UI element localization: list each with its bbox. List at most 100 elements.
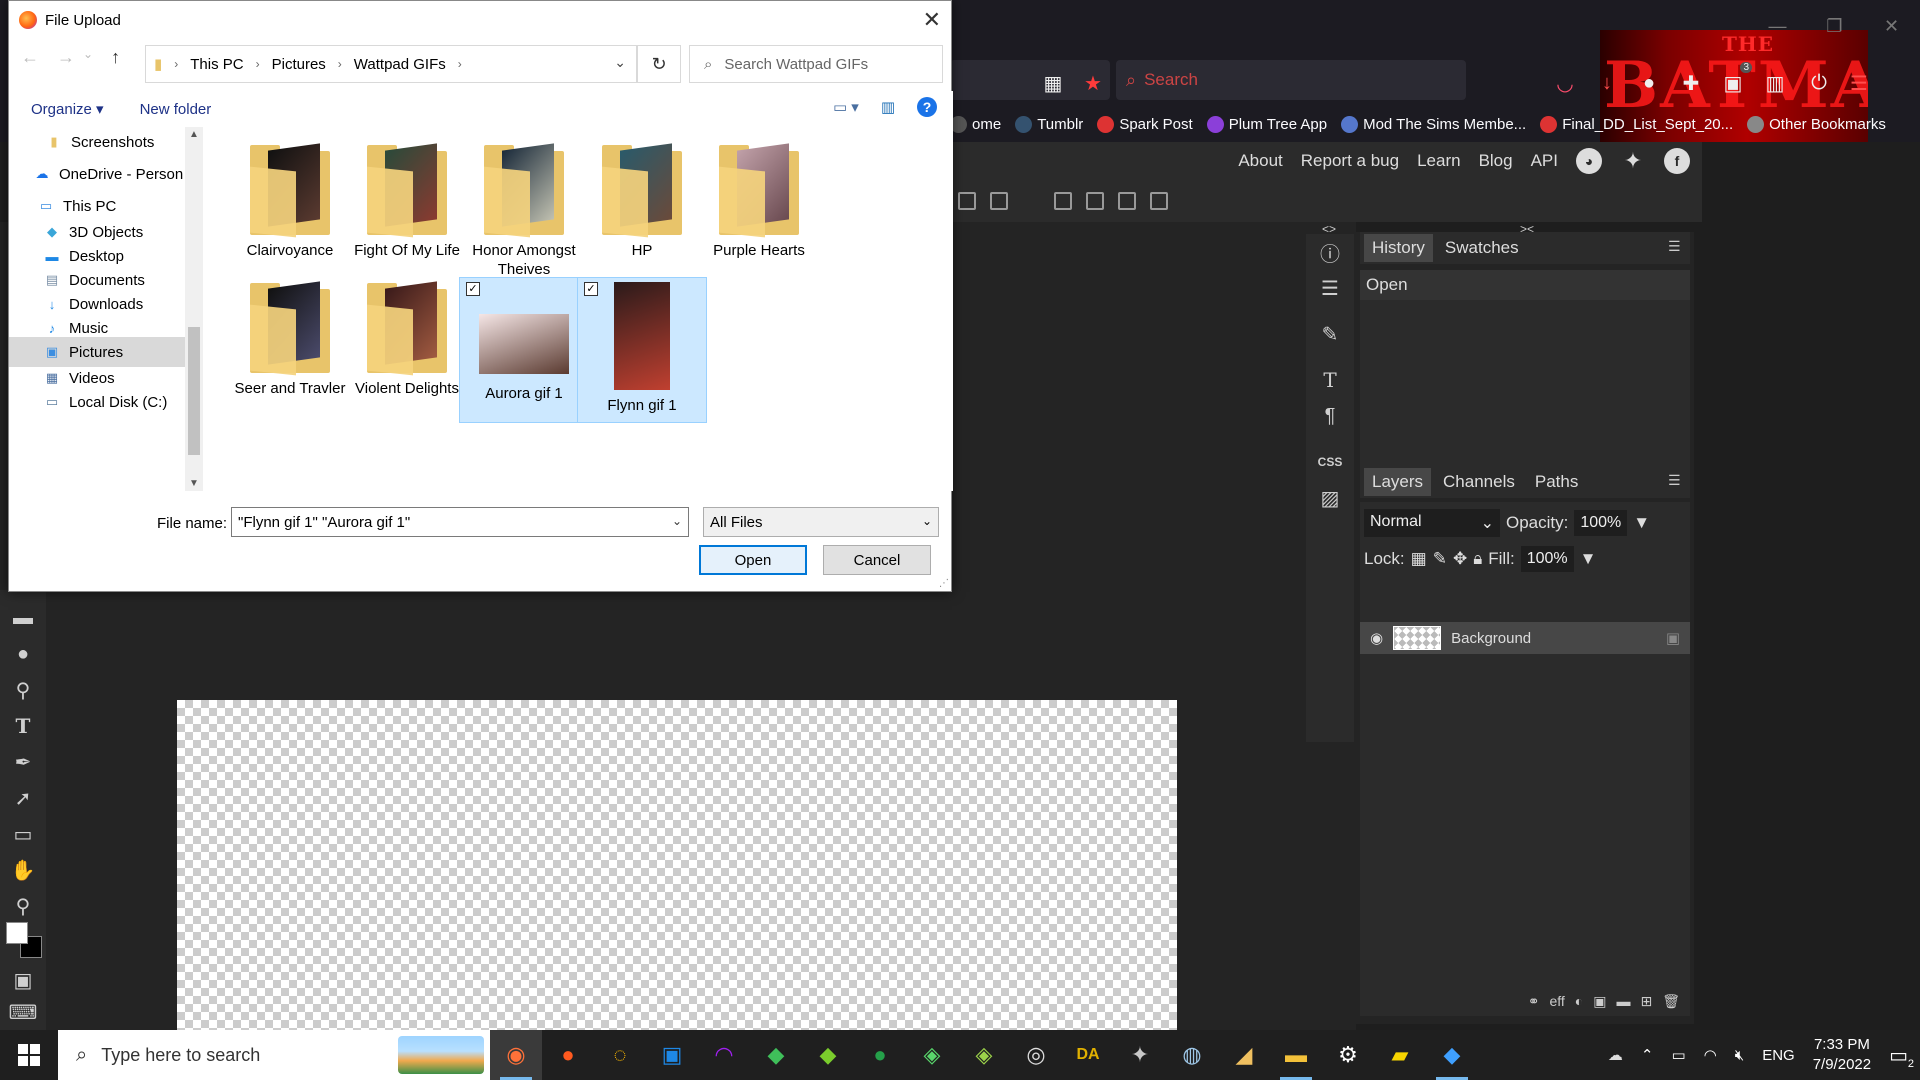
folder-item[interactable]: HP: [577, 139, 707, 285]
history-item[interactable]: Open: [1360, 270, 1690, 300]
folder-item[interactable]: Violent Delights: [342, 277, 472, 423]
da-icon[interactable]: DA: [1062, 1030, 1114, 1080]
address-breadcrumb[interactable]: ▮ › This PC › Pictures › Wattpad GIFs › …: [145, 45, 637, 83]
image-panel-icon[interactable]: ▨: [1306, 480, 1354, 516]
foreground-color-swatch[interactable]: [6, 922, 28, 944]
image-file-item[interactable]: ✓ Aurora gif 1: [459, 277, 589, 423]
align-bottom-icon[interactable]: [1118, 192, 1136, 210]
folder-item[interactable]: Fight Of My Life: [342, 139, 472, 285]
selection-checkbox[interactable]: ✓: [584, 282, 598, 296]
clock[interactable]: 7:33 PM 7/9/2022: [1813, 1035, 1871, 1075]
twitter-icon[interactable]: ✦: [1620, 148, 1646, 174]
link-icon[interactable]: ⚭: [1528, 993, 1540, 1010]
pen-tool-icon[interactable]: ✒: [0, 744, 46, 780]
back-arrow-icon[interactable]: ←: [21, 47, 39, 68]
headset-app-icon[interactable]: ◠: [698, 1030, 750, 1080]
hand-tool-icon[interactable]: ✋: [0, 852, 46, 888]
fill-dropdown-icon[interactable]: ▼: [1580, 549, 1597, 569]
resize-grip-icon[interactable]: ⋰: [939, 578, 949, 589]
battery-icon[interactable]: ▭: [1671, 1046, 1685, 1064]
cancel-button[interactable]: Cancel: [823, 545, 931, 575]
folder-icon[interactable]: ▬: [1616, 993, 1630, 1009]
forward-arrow-icon[interactable]: →: [57, 47, 75, 68]
nav-item-onedrive-person[interactable]: ☁ OneDrive - Person: [9, 159, 195, 189]
download-icon[interactable]: ↓: [1594, 70, 1620, 96]
sims-diamond-icon[interactable]: ◆: [750, 1030, 802, 1080]
tab-layers[interactable]: Layers: [1364, 468, 1432, 496]
folder-item[interactable]: Clairvoyance: [225, 139, 355, 285]
firefox-icon[interactable]: ◉: [490, 1030, 542, 1080]
extensions-grid-icon[interactable]: ▦: [1040, 70, 1066, 96]
start-button[interactable]: [0, 1030, 58, 1080]
tab-history[interactable]: History: [1364, 234, 1433, 262]
breadcrumb-this-pc[interactable]: This PC: [190, 56, 243, 73]
keyboard-icon[interactable]: ⌨: [0, 994, 46, 1030]
menu-hamburger-icon[interactable]: ☰: [1846, 70, 1872, 96]
wifi-icon[interactable]: ◠: [1704, 1046, 1717, 1064]
panel-menu-icon[interactable]: ☰: [1668, 472, 1684, 488]
sticky-notes-icon[interactable]: ▰: [1374, 1030, 1426, 1080]
lock-all-icon[interactable]: 🔒︎: [1473, 549, 1482, 569]
character-panel-icon[interactable]: T: [1306, 362, 1354, 398]
nav-item-local-disk-c[interactable]: ▭ Local Disk (C:): [9, 387, 195, 417]
scroll-down-icon[interactable]: ▼: [189, 478, 199, 489]
rectangle-tool-icon[interactable]: ▭: [0, 816, 46, 852]
wing-app-icon[interactable]: ◢: [1218, 1030, 1270, 1080]
align-top-icon[interactable]: [1054, 192, 1072, 210]
folder-item[interactable]: Purple Hearts: [694, 139, 824, 285]
distribute-option-icon[interactable]: [990, 192, 1008, 210]
scroll-up-icon[interactable]: ▲: [189, 129, 199, 140]
tab-channels[interactable]: Channels: [1435, 468, 1523, 496]
fill-input[interactable]: 100%: [1520, 546, 1574, 572]
blog-link[interactable]: Blog: [1479, 151, 1513, 171]
opacity-dropdown-icon[interactable]: ▼: [1633, 513, 1650, 533]
about-link[interactable]: About: [1238, 151, 1282, 171]
document-canvas[interactable]: [177, 700, 1177, 1032]
gradient-tool-icon[interactable]: ▬: [0, 600, 46, 636]
zoom-tool-icon[interactable]: ⚲: [0, 888, 46, 924]
lock-pixels-icon[interactable]: ✎: [1433, 549, 1447, 569]
game-character-icon[interactable]: ✦: [1114, 1030, 1166, 1080]
effects-icon[interactable]: eff: [1549, 993, 1564, 1009]
bookmark-item[interactable]: Tumblr: [1015, 115, 1083, 133]
css-panel-icon[interactable]: CSS: [1306, 444, 1354, 480]
panel-menu-icon[interactable]: ☰: [1668, 238, 1684, 254]
chevron-down-icon[interactable]: ⌄: [672, 514, 682, 528]
view-options-icon[interactable]: ▭ ▾: [833, 98, 859, 116]
open-button[interactable]: Open: [699, 545, 807, 575]
chevron-up-icon[interactable]: ⌃: [1641, 1046, 1654, 1064]
minimize-button[interactable]: —: [1749, 0, 1806, 52]
lock-transparency-icon[interactable]: ▦: [1411, 549, 1427, 569]
file-name-input[interactable]: "Flynn gif 1" "Aurora gif 1" ⌄: [231, 507, 689, 537]
sims-leaf-icon[interactable]: ◈: [958, 1030, 1010, 1080]
api-link[interactable]: API: [1531, 151, 1558, 171]
spiral-app-icon[interactable]: ◌: [594, 1030, 646, 1080]
tab-swatches[interactable]: Swatches: [1437, 234, 1527, 262]
recent-chevron-icon[interactable]: ⌄: [83, 47, 93, 68]
breadcrumb-wattpad-gifs[interactable]: Wattpad GIFs: [354, 56, 446, 73]
type-tool-icon[interactable]: T: [0, 708, 46, 744]
dodge-tool-icon[interactable]: ⚲: [0, 672, 46, 708]
info-icon[interactable]: ⓘ: [1306, 234, 1354, 270]
layer-row-background[interactable]: ◉ Background ▣: [1360, 622, 1690, 654]
blur-tool-icon[interactable]: ●: [0, 636, 46, 672]
file-type-select[interactable]: All Files ⌄: [703, 507, 939, 537]
scrollbar-thumb[interactable]: [188, 327, 200, 455]
folder-item[interactable]: Honor Amongst Theives: [459, 139, 589, 285]
brush-panel-icon[interactable]: ✎: [1306, 316, 1354, 352]
trash-icon[interactable]: 🗑︎: [1662, 993, 1680, 1010]
new-layer-icon[interactable]: ⊞: [1640, 993, 1652, 1010]
sims-green-icon[interactable]: ◆: [802, 1030, 854, 1080]
collapse-left-icon[interactable]: <>: [1322, 222, 1336, 236]
eye-icon[interactable]: ◉: [1370, 629, 1383, 647]
sims-plumbob-icon[interactable]: ◈: [906, 1030, 958, 1080]
report-bug-link[interactable]: Report a bug: [1301, 151, 1399, 171]
organize-button[interactable]: Organize ▾: [31, 100, 104, 118]
blend-mode-select[interactable]: Normal ⌄: [1364, 509, 1500, 537]
bookmark-item[interactable]: Spark Post: [1097, 115, 1193, 133]
container-icon[interactable]: ▣ 3: [1720, 62, 1752, 96]
settings-icon[interactable]: ⚙: [1322, 1030, 1374, 1080]
opacity-input[interactable]: 100%: [1574, 510, 1628, 536]
chevron-down-icon[interactable]: ⌄: [614, 54, 626, 71]
adjustments-icon[interactable]: ☰: [1306, 270, 1354, 306]
